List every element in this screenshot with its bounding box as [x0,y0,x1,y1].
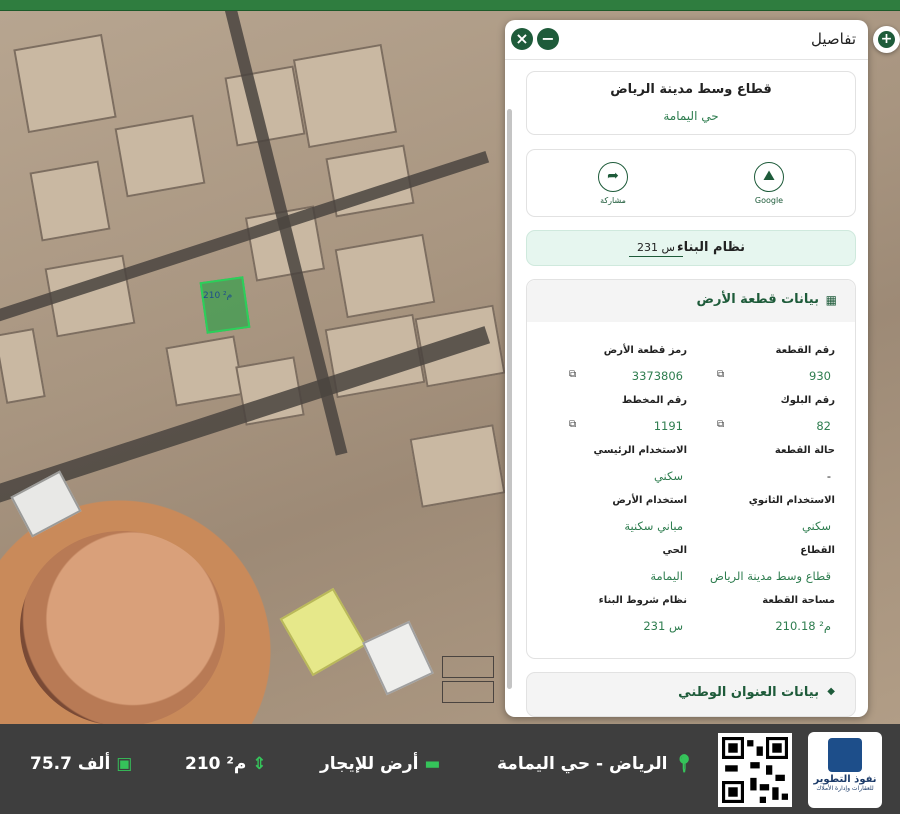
national-address-title: بيانات العنوان الوطني [678,685,819,700]
zoom-in-button[interactable]: + [873,26,900,53]
top-strip [0,0,900,11]
panel-header: تفاصيل × − [505,20,868,60]
minus-icon: − [541,29,555,48]
company-logo: نفوذ التطوير للعقارات وإدارة الأملاك [808,732,882,808]
logo-mark-icon [828,738,862,772]
share-label: مشاركة [600,196,626,205]
land-data-header[interactable]: بيانات قطعة الأرض ▦ [527,280,855,322]
area-value: 210.18 م² [775,619,831,633]
building [13,33,117,134]
sector-card: قطاع وسط مدينة الرياض حي اليمامة [526,71,856,135]
main-use-value: سكني [653,469,683,483]
district-value: اليمامة [650,569,683,583]
white-shed [362,620,434,696]
area-item: 210 م² ⇕ [185,754,267,774]
panel-title: تفاصيل [811,30,856,48]
map-cell [442,656,494,678]
map-cell [442,681,494,703]
actions-card: ⛰ Google ➦ مشاركة [526,149,856,217]
location-value: الرياض - حي اليمامة [497,754,668,774]
secondary-use-value: سكني [801,519,831,533]
sector-name: قطاع وسط مدينة الرياض [610,82,772,97]
main-use-label: الاستخدام الرئيسي [593,445,687,456]
plot-status-label: حالة القطعة [774,445,835,456]
building [165,335,245,407]
land-data-title: بيانات قطعة الأرض [696,292,819,307]
location-item: الرياض - حي اليمامة 📍︎ [497,754,695,774]
sector-value: قطاع وسط مدينة الرياض [709,569,831,583]
listing-type: أرض للإيجار [320,754,419,774]
minimize-button[interactable]: − [537,28,559,50]
share-icon: ➦ [598,162,628,192]
resize-icon: ⇕ [252,754,267,774]
area-value: 210 م² [185,754,247,774]
qr-icon [722,737,788,803]
price-item: 75.7 ألف ▣ [30,754,132,774]
plot-number-label: رقم القطعة [775,345,835,356]
plot-area-label: 210 م² [203,291,233,301]
block-number-label: رقم البلوك [780,395,835,406]
building-terms-value: س 231 [643,619,683,633]
secondary-use-label: الاستخدام الثانوي [748,495,835,506]
area-label: مساحة القطعة [762,595,835,606]
logo-subtitle: للعقارات وإدارة الأملاك [816,785,874,792]
listing-summary-bar: 75.7 ألف ▣ 210 م² ⇕ أرض للإيجار ▬ الرياض… [0,724,900,814]
building [29,160,111,242]
land-use-label: استخدام الأرض [612,495,687,506]
building-system-card: نظام البناء س 231 [526,230,856,266]
logo-name: نفوذ التطوير [813,774,877,785]
plot-status-value: - [826,469,831,483]
selected-plot[interactable] [199,276,251,334]
qr-code[interactable] [718,733,792,807]
copy-icon[interactable]: ⧉ [717,369,724,380]
map-icon: ▦ [825,293,837,307]
type-item: أرض للإيجار ▬ [320,754,440,774]
price-value: 75.7 ألف [30,754,111,774]
building [409,424,506,508]
close-icon: × [515,29,529,48]
plan-number-label: رقم المخطط [621,395,687,406]
map-icon: ⛰ [754,162,784,192]
building [0,328,46,404]
yellow-warehouse [279,587,367,677]
building-system-value[interactable]: س 231 [629,241,683,257]
sector-label: القطاع [800,545,835,556]
details-panel: تفاصيل × − قطاع وسط مدينة الرياض حي اليم… [505,20,868,717]
building-terms-label: نظام شروط البناء [598,595,687,606]
land-code-label: رمز قطعة الأرض [603,345,687,356]
land-icon: ▬ [424,754,441,774]
district-label: الحي [662,545,687,556]
close-button[interactable]: × [511,28,533,50]
copy-icon[interactable]: ⧉ [569,369,576,380]
scrollbar[interactable] [507,109,512,689]
google-label: Google [754,196,784,205]
wallet-icon: ▣ [116,754,133,774]
pin-icon: 📍︎ [673,754,695,774]
land-use-value: مباني سكنية [624,519,683,533]
tag-icon: ◆ [827,686,835,697]
panel-scroll-area[interactable]: قطاع وسط مدينة الرياض حي اليمامة ⛰ Googl… [505,61,868,717]
share-button[interactable]: ➦ مشاركة [583,162,643,205]
land-data-card: بيانات قطعة الأرض ▦ رقم القطعة رمز قطعة … [526,279,856,659]
copy-icon[interactable]: ⧉ [717,419,724,430]
copy-icon[interactable]: ⧉ [569,419,576,430]
dome-structure [20,531,225,724]
google-maps-button[interactable]: ⛰ Google [739,162,799,205]
national-address-card[interactable]: بيانات العنوان الوطني ◆ [526,672,856,717]
district-name: حي اليمامة [663,109,719,123]
building [334,233,436,319]
plus-icon: + [878,31,895,48]
building [114,114,206,198]
building [292,43,398,149]
building-system-label: نظام البناء [677,240,745,255]
